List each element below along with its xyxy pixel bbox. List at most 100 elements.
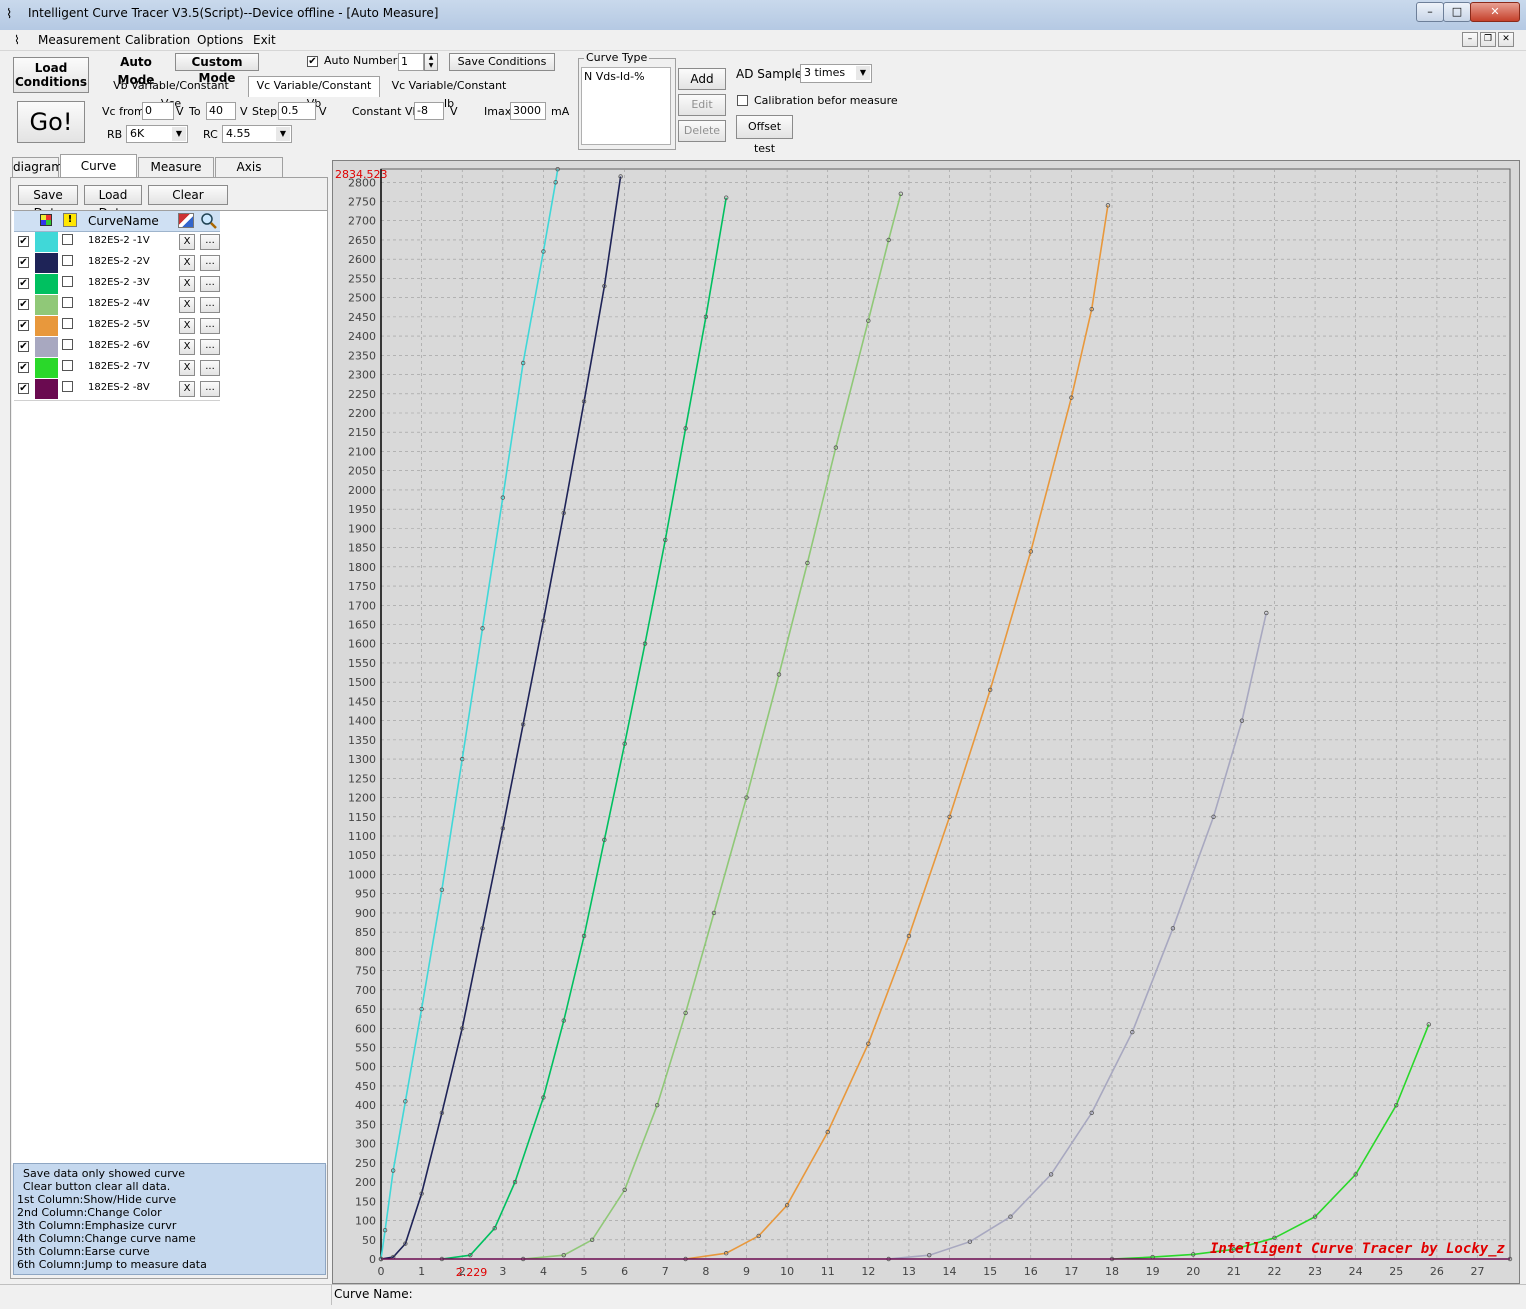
go-button[interactable]: Go!: [17, 101, 85, 143]
jump-data-button[interactable]: ...: [200, 318, 220, 334]
curve-color-swatch[interactable]: [35, 358, 58, 378]
tab-axis-control[interactable]: Axis Control: [215, 157, 283, 193]
curve-type-list[interactable]: N Vds-Id-%: [581, 67, 671, 145]
emphasize-checkbox[interactable]: [62, 381, 73, 392]
curve-name-cell[interactable]: 182ES-2 -8V: [88, 382, 150, 393]
save-data-button[interactable]: Save Data: [18, 185, 78, 220]
curve-row[interactable]: ✔ 182ES-2 -8V X...: [14, 379, 220, 401]
curve-name-cell[interactable]: 182ES-2 -3V: [88, 277, 150, 288]
edit-button[interactable]: Edit: [678, 94, 726, 116]
emphasize-checkbox[interactable]: [62, 318, 73, 329]
curve-row[interactable]: ✔ 182ES-2 -4V X...: [14, 295, 220, 317]
curve-color-swatch[interactable]: [35, 379, 58, 399]
load-data-button[interactable]: Load Data: [84, 185, 142, 220]
show-curve-checkbox[interactable]: ✔: [18, 362, 29, 373]
curve-name-cell[interactable]: 182ES-2 -7V: [88, 361, 150, 372]
jump-data-button[interactable]: ...: [200, 234, 220, 250]
curve-row[interactable]: ✔ 182ES-2 -2V X...: [14, 253, 220, 275]
curve-row[interactable]: ✔ 182ES-2 -3V X...: [14, 274, 220, 296]
curve-color-swatch[interactable]: [35, 274, 58, 294]
erase-curve-button[interactable]: X: [179, 234, 195, 250]
ad-sample-select[interactable]: 3 times ▼: [800, 64, 872, 83]
jump-data-button[interactable]: ...: [200, 339, 220, 355]
rc-select[interactable]: 4.55 ▼: [222, 125, 292, 143]
curve-row[interactable]: ✔ 182ES-2 -7V X...: [14, 358, 220, 380]
tab-vc-variable-vb[interactable]: Vc Variable/Constant Vb: [248, 76, 380, 110]
curve-row[interactable]: ✔ 182ES-2 -5V X...: [14, 316, 220, 338]
tab-custom-mode[interactable]: Custom Mode: [175, 53, 259, 85]
curve-color-swatch[interactable]: [35, 337, 58, 357]
show-curve-checkbox[interactable]: ✔: [18, 341, 29, 352]
chart-panel[interactable]: 0 50 100 150 200 250 300 350 400 450 500 550 600 650 7…: [332, 160, 1520, 1284]
curve-name-cell[interactable]: 182ES-2 -6V: [88, 340, 150, 351]
maximize-button[interactable]: □: [1443, 2, 1471, 22]
curve-name-cell[interactable]: 182ES-2 -4V: [88, 298, 150, 309]
mdi-close-button[interactable]: ✕: [1498, 32, 1514, 47]
clear-button[interactable]: Clear: [148, 185, 228, 205]
menu-measurement[interactable]: Measurement: [38, 33, 120, 47]
show-curve-checkbox[interactable]: ✔: [18, 257, 29, 268]
erase-curve-button[interactable]: X: [179, 360, 195, 376]
erase-curve-button[interactable]: X: [179, 297, 195, 313]
curve-chart[interactable]: 0501001502002503003504004505005506006507…: [333, 161, 1519, 1283]
emphasize-checkbox[interactable]: [62, 360, 73, 371]
jump-data-button[interactable]: ...: [200, 255, 220, 271]
minimize-button[interactable]: –: [1416, 2, 1444, 22]
curve-color-swatch[interactable]: [35, 316, 58, 336]
curve-color-swatch[interactable]: [35, 232, 58, 252]
erase-curve-button[interactable]: X: [179, 339, 195, 355]
emphasize-checkbox[interactable]: [62, 297, 73, 308]
imax-field[interactable]: 3000: [510, 102, 546, 120]
emphasize-checkbox[interactable]: [62, 339, 73, 350]
erase-curve-button[interactable]: X: [179, 381, 195, 397]
curve-name-cell[interactable]: 182ES-2 -2V: [88, 256, 150, 267]
delete-button[interactable]: Delete: [678, 120, 726, 142]
tab-auto-mode[interactable]: Auto Mode: [100, 53, 172, 87]
tab-curve-control[interactable]: Curve Control: [60, 154, 137, 195]
menu-exit[interactable]: Exit: [253, 33, 276, 47]
save-conditions-button[interactable]: Save Conditions: [449, 53, 555, 71]
auto-number-checkbox[interactable]: ✔: [307, 56, 318, 67]
show-curve-checkbox[interactable]: ✔: [18, 299, 29, 310]
curve-name-cell[interactable]: 182ES-2 -1V: [88, 235, 150, 246]
emphasize-checkbox[interactable]: [62, 255, 73, 266]
offset-test-button[interactable]: Offset test: [736, 115, 793, 155]
curve-name-cell[interactable]: 182ES-2 -5V: [88, 319, 150, 330]
show-curve-checkbox[interactable]: ✔: [18, 278, 29, 289]
calibration-checkbox[interactable]: [737, 95, 748, 106]
load-conditions-button[interactable]: Load Conditions: [13, 57, 89, 93]
jump-data-button[interactable]: ...: [200, 381, 220, 397]
show-curve-checkbox[interactable]: ✔: [18, 383, 29, 394]
auto-number-field[interactable]: 1: [398, 53, 424, 71]
tab-measure-data[interactable]: Measure Data: [138, 157, 214, 193]
vc-from-field[interactable]: 0: [142, 102, 174, 120]
curve-color-swatch[interactable]: [35, 295, 58, 315]
curve-row[interactable]: ✔ 182ES-2 -1V X...: [14, 232, 220, 254]
jump-data-button[interactable]: ...: [200, 297, 220, 313]
to-field[interactable]: 40: [206, 102, 236, 120]
tab-vb-variable[interactable]: Vb Variable/Constant Vce: [102, 77, 240, 110]
show-curve-checkbox[interactable]: ✔: [18, 236, 29, 247]
tab-vc-variable-ib[interactable]: Vc Variable/Constant Ib: [386, 77, 512, 110]
curve-row[interactable]: ✔ 182ES-2 -6V X...: [14, 337, 220, 359]
mdi-minimize-button[interactable]: –: [1462, 32, 1478, 47]
constant-vb-field[interactable]: -8: [414, 102, 444, 120]
emphasize-checkbox[interactable]: [62, 276, 73, 287]
curve-color-swatch[interactable]: [35, 253, 58, 273]
tab-diagram[interactable]: diagram: [12, 157, 63, 177]
emphasize-checkbox[interactable]: [62, 234, 73, 245]
erase-curve-button[interactable]: X: [179, 276, 195, 292]
mdi-restore-button[interactable]: ❐: [1480, 32, 1496, 47]
step-field[interactable]: 0.5: [278, 102, 316, 120]
close-button[interactable]: ✕: [1470, 2, 1520, 22]
add-button[interactable]: Add: [678, 68, 726, 90]
erase-curve-button[interactable]: X: [179, 318, 195, 334]
menu-calibration[interactable]: Calibration: [125, 33, 190, 47]
jump-data-button[interactable]: ...: [200, 276, 220, 292]
curve-type-item[interactable]: N Vds-Id-%: [584, 70, 645, 83]
erase-curve-button[interactable]: X: [179, 255, 195, 271]
auto-number-spinner[interactable]: ▲ ▼: [424, 53, 438, 71]
rb-select[interactable]: 6K ▼: [126, 125, 188, 143]
show-curve-checkbox[interactable]: ✔: [18, 320, 29, 331]
jump-data-button[interactable]: ...: [200, 360, 220, 376]
